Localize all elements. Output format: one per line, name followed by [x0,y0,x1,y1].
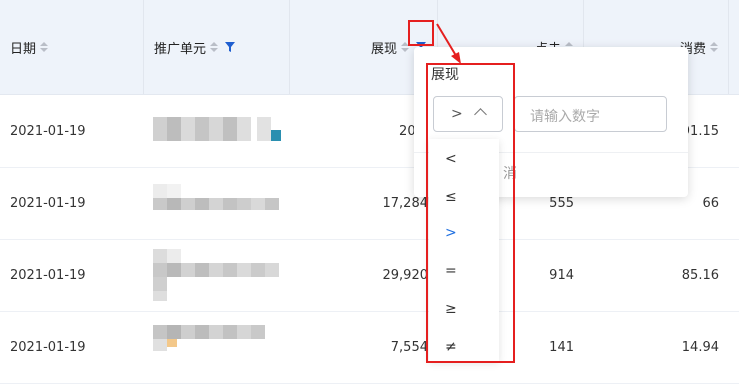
column-header-unit[interactable]: 推广单元 [144,0,290,94]
number-input-placeholder: 请输入数字 [530,109,600,125]
impressions-cell: 29,920 [382,267,429,283]
column-header-date[interactable]: 日期 [0,0,144,94]
sort-icon[interactable] [710,42,718,52]
impressions-cell: 7,554 [390,339,428,355]
sort-icon[interactable] [401,42,409,52]
cost-cell: 85.16 [681,267,719,283]
operator-dropdown: < ≤ > = ≥ ≠ [429,139,499,361]
cost-cell: 14.94 [681,339,719,355]
number-input[interactable]: 请输入数字 [514,96,667,132]
filter-popover-title: 展现 [431,67,459,83]
operator-option-le[interactable]: ≤ [445,189,457,205]
sort-icon[interactable] [210,42,219,52]
date-cell: 2021-01-19 [10,195,86,211]
column-label: 推广单元 [154,41,207,57]
date-cell: 2021-01-19 [10,267,86,283]
table-row[interactable]: 2021-01-19 29,920 914 85.16 [0,239,739,312]
operator-select-value: > [451,106,463,122]
operator-option-eq[interactable]: = [445,263,457,279]
cancel-button[interactable]: 消 [503,163,517,183]
chevron-up-icon [474,108,487,121]
date-cell: 2021-01-19 [10,339,86,355]
operator-option-ge[interactable]: ≥ [445,301,457,317]
column-label: 展现 [370,41,397,57]
operator-select[interactable]: > [433,96,503,132]
operator-option-ne[interactable]: ≠ [445,339,457,355]
date-cell: 2021-01-19 [10,123,86,139]
operator-option-gt[interactable]: > [445,225,457,241]
sort-icon[interactable] [40,42,49,52]
operator-option-lt[interactable]: < [445,151,457,167]
column-label: 日期 [10,41,37,57]
filter-icon[interactable] [224,41,236,53]
table-row[interactable]: 2021-01-19 7,554 141 14.94 [0,311,739,384]
